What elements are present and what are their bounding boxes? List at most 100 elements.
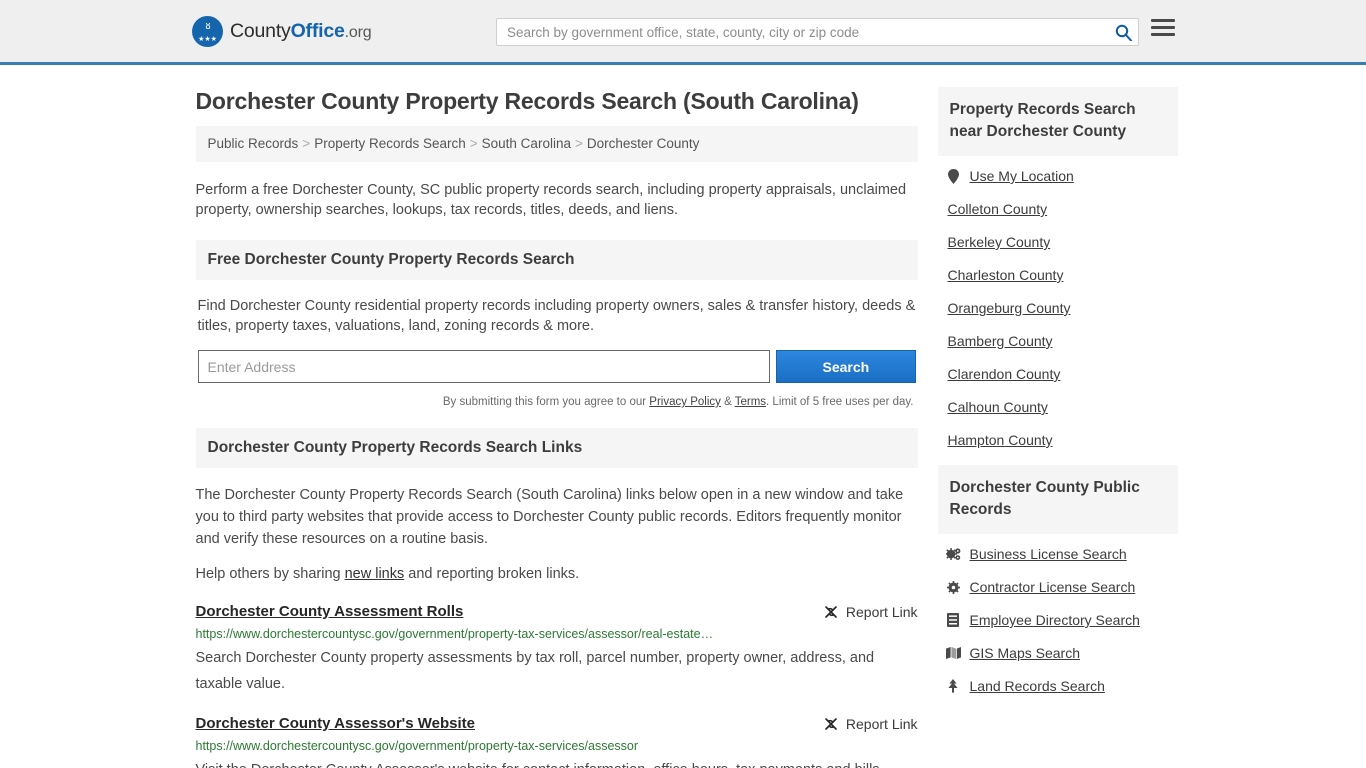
sidebar-public-records-heading: Dorchester County Public Records [937,465,1178,534]
hamburger-menu-icon[interactable] [1151,19,1175,43]
sidebar-item-label[interactable]: Business License Search [970,546,1127,562]
sidebar-item-label[interactable]: GIS Maps Search [970,645,1081,661]
sidebar-item-land-records-search[interactable]: Land Records Search [946,678,1176,694]
sidebar-item-label[interactable]: Berkeley County [948,234,1051,250]
stars-glyph: ★★★ [198,35,217,43]
legal-amp: & [720,396,735,408]
sidebar-item-use-my-location[interactable]: Use My Location [946,168,1176,184]
site-logo[interactable]: ᴕ ★★★ CountyOffice.org [192,15,372,47]
links-help-paragraph: Help others by sharing new links and rep… [196,563,918,585]
hamburger-bar-2 [1151,26,1175,29]
report-link-button[interactable]: Report Link [823,715,918,732]
sidebar-item-colleton-county[interactable]: Colleton County [946,201,1176,217]
gears-icon [945,547,961,561]
sidebar-item-label[interactable]: Calhoun County [948,399,1048,415]
privacy-policy-link[interactable]: Privacy Policy [649,396,721,408]
eagle-glyph: ᴕ [205,19,210,32]
result-description: Visit the Dorchester County Assessor's w… [196,757,918,768]
sidebar-item-label[interactable]: Contractor License Search [970,579,1136,595]
free-search-description: Find Dorchester County residential prope… [197,298,916,334]
page-body: Dorchester County Property Records Searc… [0,65,1366,768]
breadcrumb-item-public-records[interactable]: Public Records [208,136,299,151]
list-item: Dorchester County Assessment Rolls Repor… [196,603,918,697]
search-input[interactable] [497,19,1108,45]
report-link-button[interactable]: Report Link [823,603,918,620]
sidebar-item-orangeburg-county[interactable]: Orangeburg County [946,300,1176,316]
sidebar-item-berkeley-county[interactable]: Berkeley County [946,234,1176,250]
new-links-link[interactable]: new links [345,566,405,582]
free-search-heading: Free Dorchester County Property Records … [195,240,918,280]
sidebar-item-label[interactable]: Bamberg County [948,333,1053,349]
map-pin-icon [946,168,961,184]
sidebar-item-label[interactable]: Charleston County [948,267,1064,283]
terms-link[interactable]: Terms [735,396,766,408]
sidebar-item-employee-directory-search[interactable]: Employee Directory Search [946,612,1176,628]
address-search-form: Search [197,350,916,383]
hamburger-bar-1 [1151,19,1175,22]
search-icon[interactable] [1108,24,1138,41]
gear-icon [946,580,961,594]
sidebar-item-label[interactable]: Land Records Search [970,678,1105,694]
broken-link-icon [823,604,839,620]
global-search-bar[interactable] [496,18,1139,46]
legal-prefix: By submitting this form you agree to our [442,396,650,408]
content-container: Dorchester County Property Records Searc… [191,65,1178,768]
breadcrumb-separator: > [302,136,311,151]
result-header: Dorchester County Assessor's Website Rep… [196,715,918,732]
sidebar-public-records-box: Dorchester County Public Records Busines… [937,465,1178,694]
sidebar-item-hampton-county[interactable]: Hampton County [946,432,1176,448]
list-item: Dorchester County Assessor's Website Rep… [196,715,918,768]
sidebar-item-calhoun-county[interactable]: Calhoun County [946,399,1176,415]
tree-icon [946,679,961,693]
address-input[interactable] [197,350,771,383]
report-link-label: Report Link [845,716,918,732]
form-legal-text: By submitting this form you agree to our… [198,392,916,412]
sidebar-nearby-heading: Property Records Search near Dorchester … [937,87,1178,156]
result-url: https://www.dorchestercountysc.gov/gover… [195,627,714,641]
sidebar-item-clarendon-county[interactable]: Clarendon County [946,366,1176,382]
help-suffix: and reporting broken links. [404,566,580,582]
breadcrumb-separator: > [469,136,478,151]
sidebar-nearby-list: Use My Location Colleton County Berkeley… [938,156,1178,448]
result-description: Search Dorchester County property assess… [195,650,875,692]
sidebar-item-label[interactable]: Colleton County [948,201,1048,217]
breadcrumb-item-property-records-search[interactable]: Property Records Search [314,136,466,151]
map-icon [945,647,961,659]
county-office-seal-icon: ᴕ ★★★ [192,15,223,47]
breadcrumb: Public Records > Property Records Search > S… [195,126,918,162]
logo-text-county: County [230,19,291,42]
result-header: Dorchester County Assessment Rolls Repor… [196,603,918,620]
legal-suffix: . Limit of 5 free uses per day. [766,396,914,408]
logo-text-org: .org [344,23,372,41]
sidebar: Property Records Search near Dorchester … [937,65,1178,768]
links-section-intro: The Dorchester County Property Records S… [196,468,918,585]
logo-text-office: Office [290,19,345,42]
broken-link-icon [823,716,839,732]
sidebar-item-label[interactable]: Hampton County [948,432,1053,448]
breadcrumb-separator: > [574,136,583,151]
sidebar-item-label[interactable]: Employee Directory Search [970,612,1140,628]
sidebar-item-label[interactable]: Orangeburg County [948,300,1071,316]
sidebar-item-business-license-search[interactable]: Business License Search [945,546,1176,562]
sidebar-nearby-box: Property Records Search near Dorchester … [937,87,1178,448]
sidebar-item-label[interactable]: Clarendon County [948,366,1061,382]
sidebar-item-bamberg-county[interactable]: Bamberg County [946,333,1176,349]
sidebar-item-gis-maps-search[interactable]: GIS Maps Search [945,645,1176,661]
sidebar-item-contractor-license-search[interactable]: Contractor License Search [946,579,1176,595]
sidebar-item-label[interactable]: Use My Location [970,168,1074,184]
breadcrumb-item-dorchester-county[interactable]: Dorchester County [587,136,700,151]
address-search-button[interactable]: Search [776,350,916,383]
sidebar-item-charleston-county[interactable]: Charleston County [946,267,1176,283]
result-title-link[interactable]: Dorchester County Assessment Rolls [196,603,464,620]
report-link-label: Report Link [845,604,918,620]
links-paragraph-1: The Dorchester County Property Records S… [195,487,904,547]
main-column: Dorchester County Property Records Searc… [195,65,918,768]
links-section-heading: Dorchester County Property Records Searc… [195,428,918,468]
help-prefix: Help others by sharing [195,566,345,582]
free-search-body: Find Dorchester County residential prope… [196,280,918,412]
page-title: Dorchester County Property Records Searc… [195,88,859,114]
result-title-link[interactable]: Dorchester County Assessor's Website [196,715,476,732]
hamburger-bar-3 [1151,33,1175,36]
breadcrumb-item-south-carolina[interactable]: South Carolina [482,136,571,151]
site-header: ᴕ ★★★ CountyOffice.org [0,0,1366,65]
